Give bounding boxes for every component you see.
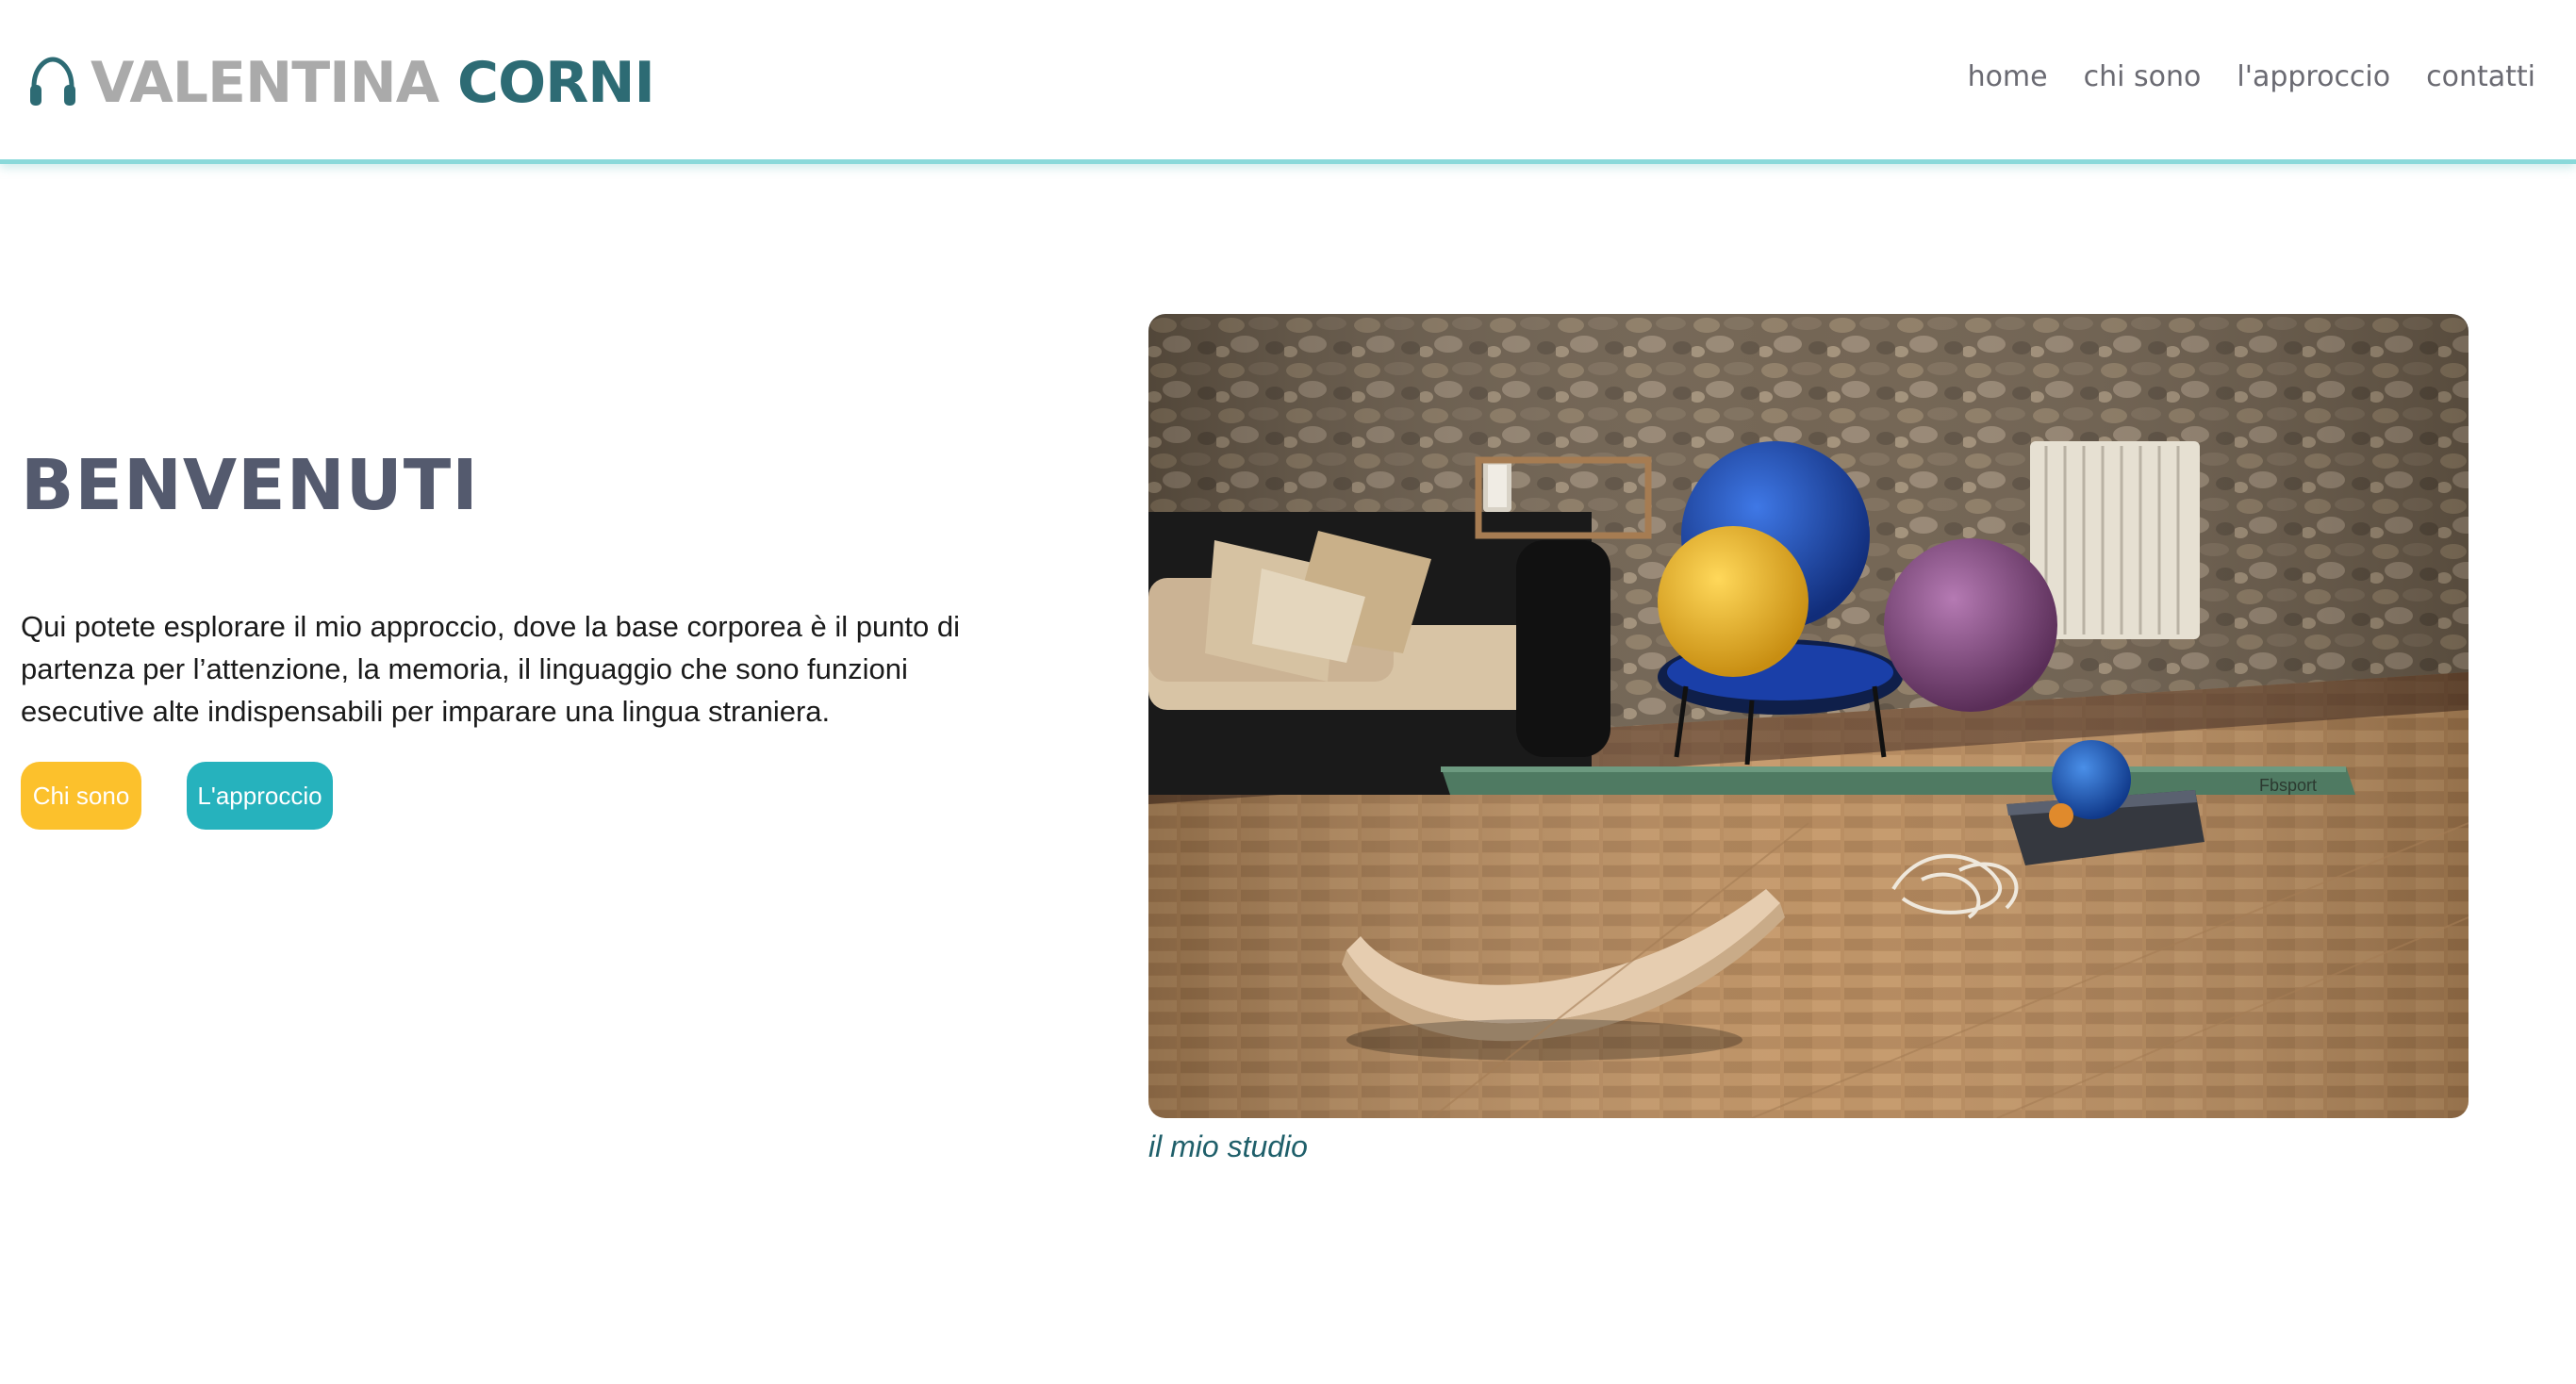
- approccio-button[interactable]: L'approccio: [187, 762, 333, 830]
- logo-first-name: VALENTINA: [91, 50, 439, 116]
- nav-chi-sono[interactable]: chi sono: [2084, 60, 2202, 93]
- hero-title: BENVENUTI: [21, 445, 479, 526]
- balance-beam-brand: Fbsport: [2259, 776, 2317, 795]
- headphones-icon: [30, 57, 75, 106]
- photo-caption: il mio studio: [1148, 1129, 1308, 1163]
- studio-photo: Fbsport: [1148, 314, 2469, 1118]
- site-logo[interactable]: VALENTINA CORNI: [26, 41, 655, 124]
- nav-home[interactable]: home: [1968, 60, 2048, 93]
- logo-last-name: CORNI: [457, 50, 655, 116]
- hero-text: Qui potete esplorare il mio approccio, d…: [21, 610, 961, 728]
- main-nav: home chi sono l'approccio contatti: [1968, 60, 2535, 93]
- nav-approccio[interactable]: l'approccio: [2237, 60, 2390, 93]
- site-header: VALENTINA CORNI home chi sono l'approcci…: [0, 0, 2576, 164]
- logo-text: VALENTINA CORNI: [91, 50, 655, 116]
- nav-contatti[interactable]: contatti: [2426, 60, 2535, 93]
- chi-sono-button[interactable]: Chi sono: [21, 762, 141, 830]
